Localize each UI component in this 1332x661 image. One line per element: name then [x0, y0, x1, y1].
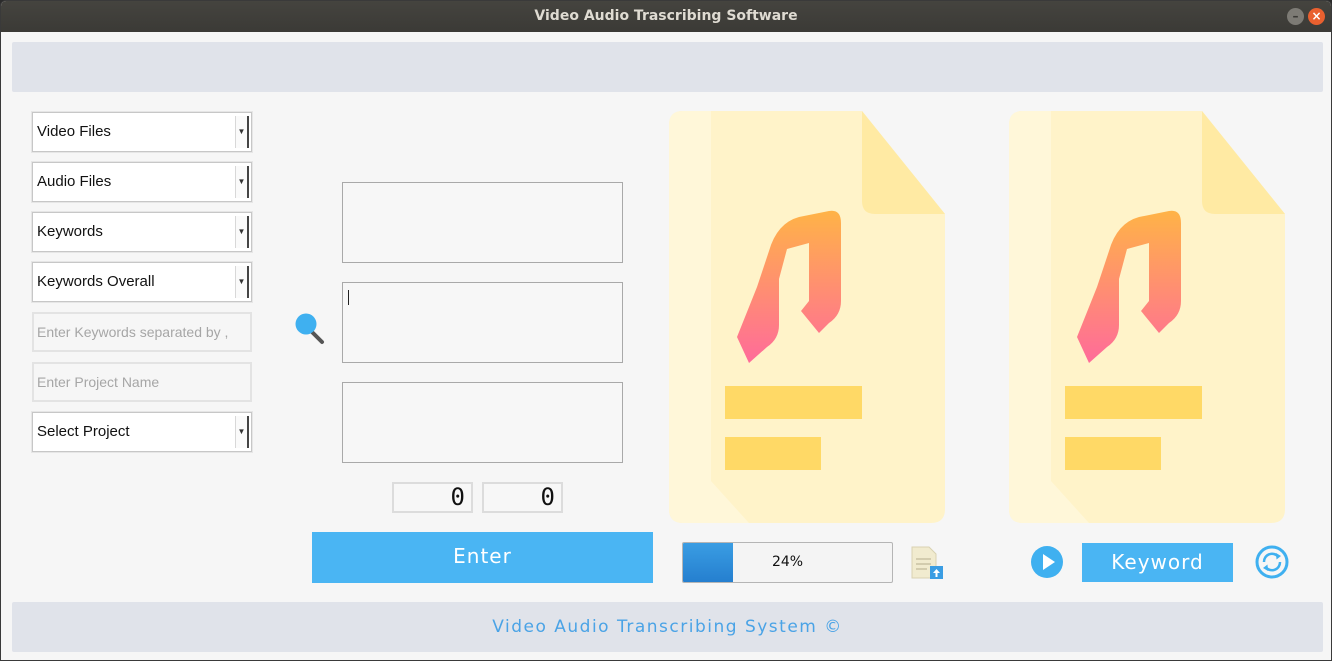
- close-button[interactable]: ×: [1308, 8, 1325, 25]
- search-icon[interactable]: [292, 310, 328, 346]
- counter-display-2: 0: [482, 482, 563, 513]
- chevron-down-icon: ▼: [235, 116, 249, 148]
- video-files-dropdown-value: Video Files: [37, 123, 111, 140]
- select-project-dropdown[interactable]: Select Project ▼: [32, 412, 252, 452]
- text-cursor: [348, 290, 349, 305]
- header-bar: [12, 42, 1323, 92]
- chevron-down-icon: ▼: [235, 166, 249, 198]
- chevron-down-icon: ▼: [235, 216, 249, 248]
- text-area-1[interactable]: [342, 182, 623, 263]
- window-title: Video Audio Trascribing Software: [534, 8, 798, 24]
- keyword-button[interactable]: Keyword: [1082, 543, 1233, 582]
- minimize-icon: –: [1292, 9, 1299, 23]
- keywords-input-placeholder: Enter Keywords separated by ,: [37, 324, 229, 340]
- counter-display-1: 0: [392, 482, 473, 513]
- document-upload-icon[interactable]: [909, 546, 945, 580]
- refresh-icon[interactable]: [1255, 545, 1289, 579]
- audio-file-icon: [1009, 111, 1285, 523]
- select-project-dropdown-value: Select Project: [37, 423, 130, 440]
- chevron-down-icon: ▼: [235, 416, 249, 448]
- title-bar: Video Audio Trascribing Software – ×: [1, 1, 1331, 32]
- footer-bar: Video Audio Transcribing System ©: [12, 602, 1323, 652]
- enter-button[interactable]: Enter: [312, 532, 653, 583]
- keywords-input[interactable]: Enter Keywords separated by ,: [32, 312, 252, 352]
- keywords-overall-dropdown[interactable]: Keywords Overall ▼: [32, 262, 252, 302]
- play-icon[interactable]: [1030, 545, 1064, 579]
- keywords-dropdown[interactable]: Keywords ▼: [32, 212, 252, 252]
- app-window: Video Audio Trascribing Software – × Vid…: [0, 0, 1332, 661]
- project-name-input-placeholder: Enter Project Name: [37, 374, 160, 390]
- text-area-2[interactable]: [342, 282, 623, 363]
- close-icon: ×: [1311, 9, 1322, 23]
- audio-file-icon: [669, 111, 945, 523]
- video-files-dropdown[interactable]: Video Files ▼: [32, 112, 252, 152]
- progress-bar: 24%: [682, 542, 893, 583]
- footer-text: Video Audio Transcribing System ©: [492, 617, 843, 637]
- counter-value-1: 0: [450, 483, 465, 511]
- counter-value-2: 0: [540, 483, 555, 511]
- minimize-button[interactable]: –: [1287, 8, 1304, 25]
- chevron-down-icon: ▼: [235, 266, 249, 298]
- text-area-3[interactable]: [342, 382, 623, 463]
- audio-files-dropdown-value: Audio Files: [37, 173, 112, 190]
- progress-label: 24%: [771, 554, 804, 570]
- project-name-input[interactable]: Enter Project Name: [32, 362, 252, 402]
- audio-files-dropdown[interactable]: Audio Files ▼: [32, 162, 252, 202]
- keywords-dropdown-value: Keywords: [37, 223, 103, 240]
- keywords-overall-dropdown-value: Keywords Overall: [37, 273, 155, 290]
